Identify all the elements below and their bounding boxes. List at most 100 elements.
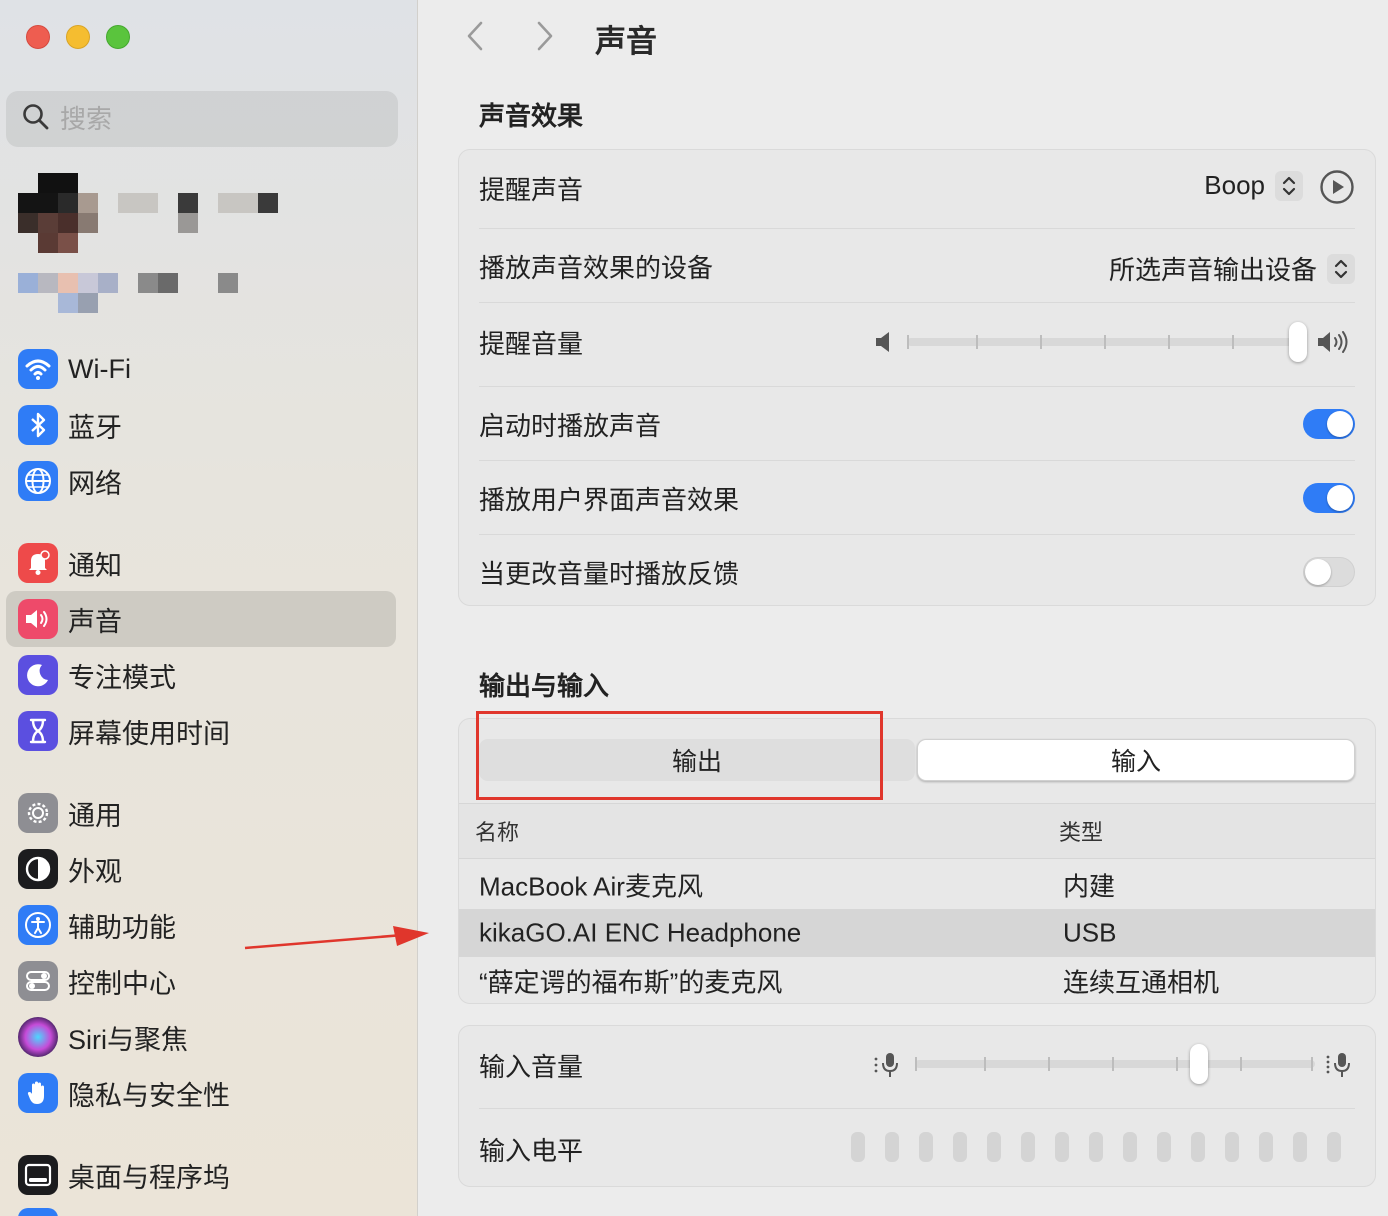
- speaker-icon: [18, 599, 58, 639]
- page-title: 声音: [595, 24, 657, 59]
- column-header-name[interactable]: 名称: [475, 815, 519, 847]
- annotation-highlight-box: [476, 711, 883, 800]
- sidebar-item-network[interactable]: 网络: [6, 453, 396, 509]
- divider: [479, 534, 1355, 535]
- alert-sound-value: Boop: [1204, 170, 1265, 200]
- level-meter-segment: [1327, 1132, 1341, 1162]
- alert-volume-slider[interactable]: [907, 322, 1307, 362]
- sidebar-item-notifications[interactable]: 通知: [6, 535, 396, 591]
- forward-button[interactable]: [527, 18, 563, 54]
- sidebar-item-screen-time[interactable]: 屏幕使用时间: [6, 703, 396, 759]
- bluetooth-icon: [18, 405, 58, 445]
- input-level-label: 输入电平: [479, 1135, 584, 1166]
- volume-feedback-toggle[interactable]: [1303, 557, 1355, 587]
- alert-sound-popup[interactable]: Boop: [1204, 170, 1303, 201]
- sidebar-item-label: 通用: [68, 800, 122, 831]
- divider: [479, 302, 1355, 303]
- sidebar-item-sound[interactable]: 声音: [6, 591, 396, 647]
- account-avatar-blurred[interactable]: [18, 173, 288, 313]
- hourglass-icon: [18, 711, 58, 751]
- chevron-left-icon: [467, 21, 483, 51]
- ui-sounds-label: 播放用户界面声音效果: [479, 484, 740, 515]
- microphone-low-icon: [873, 1050, 903, 1085]
- level-meter-segment: [987, 1132, 1001, 1162]
- search-icon: [22, 103, 50, 136]
- sidebar-item-label: 专注模式: [68, 662, 176, 693]
- up-down-chevron-icon: [1327, 253, 1355, 284]
- input-level-meter: [851, 1132, 1351, 1162]
- level-meter-segment: [1089, 1132, 1103, 1162]
- column-header-type[interactable]: 类型: [1059, 815, 1103, 847]
- sidebar-item-label: 蓝牙: [68, 412, 122, 443]
- divider: [479, 1108, 1355, 1109]
- level-meter-segment: [1021, 1132, 1035, 1162]
- sidebar-item-label: 屏幕使用时间: [68, 718, 230, 749]
- globe-icon: [18, 461, 58, 501]
- sidebar-item-label: 隐私与安全性: [68, 1080, 230, 1111]
- slider-knob[interactable]: [1289, 322, 1307, 362]
- ui-sounds-row: 播放用户界面声音效果: [479, 462, 1355, 534]
- sidebar-item-label: 声音: [68, 606, 122, 637]
- search-input[interactable]: [60, 103, 360, 135]
- sidebar-item-bluetooth[interactable]: 蓝牙: [6, 397, 396, 453]
- moon-icon: [18, 655, 58, 695]
- divider: [479, 460, 1355, 461]
- close-window-button[interactable]: [26, 25, 50, 49]
- divider: [479, 386, 1355, 387]
- play-device-popup[interactable]: 所选声音输出设备: [1109, 250, 1355, 287]
- level-meter-segment: [1225, 1132, 1239, 1162]
- device-type: 连续互通相机: [1063, 967, 1220, 998]
- input-volume-label: 输入音量: [479, 1051, 584, 1082]
- speaker-high-icon: [1317, 329, 1353, 360]
- tab-input[interactable]: 输入: [917, 739, 1355, 781]
- sidebar-item-label: 控制中心: [68, 968, 176, 999]
- slider-knob[interactable]: [1190, 1044, 1209, 1084]
- play-device-value: 所选声音输出设备: [1108, 255, 1317, 285]
- level-meter-segment: [851, 1132, 865, 1162]
- sidebar-item-wifi[interactable]: Wi-Fi: [6, 341, 396, 397]
- sidebar-item-appearance[interactable]: 外观: [6, 841, 396, 897]
- sidebar: Wi-Fi 蓝牙 网络 通知 声音 专注模式 屏幕使用时间: [0, 0, 418, 1216]
- chevron-right-icon: [537, 21, 553, 51]
- sidebar-item-control-center[interactable]: 控制中心: [6, 953, 396, 1009]
- level-meter-segment: [919, 1132, 933, 1162]
- sidebar-item-label: Wi-Fi: [68, 353, 131, 384]
- startup-sound-toggle[interactable]: [1303, 409, 1355, 439]
- sidebar-item-label: 网络: [68, 468, 122, 499]
- level-meter-segment: [885, 1132, 899, 1162]
- device-type: USB: [1063, 917, 1117, 948]
- input-volume-slider[interactable]: [915, 1044, 1315, 1084]
- sidebar-item-siri[interactable]: Siri与聚焦: [6, 1009, 396, 1065]
- sidebar-item-label: Siri与聚焦: [68, 1024, 188, 1055]
- up-down-chevron-icon: [1275, 170, 1303, 201]
- microphone-high-icon: [1325, 1050, 1355, 1085]
- back-button[interactable]: [457, 18, 493, 54]
- volume-feedback-label: 当更改音量时播放反馈: [479, 558, 740, 589]
- sidebar-item-focus[interactable]: 专注模式: [6, 647, 396, 703]
- sidebar-item-desktop-dock[interactable]: 桌面与程序坞: [6, 1147, 396, 1203]
- device-name: kikaGO.AI ENC Headphone: [479, 917, 802, 948]
- sidebar-item-privacy[interactable]: 隐私与安全性: [6, 1065, 396, 1121]
- input-settings-group: 输入音量 输入电平: [458, 1025, 1376, 1187]
- ui-sounds-toggle[interactable]: [1303, 483, 1355, 513]
- dock-icon: [18, 1155, 58, 1195]
- sound-effects-group: 提醒声音 Boop 播放声音效果的设备 所选声音输出设备 提醒音量 启动时播放声…: [458, 149, 1376, 606]
- zoom-window-button[interactable]: [106, 25, 130, 49]
- table-row-selected[interactable]: kikaGO.AI ENC Headphone USB: [459, 909, 1375, 957]
- bell-icon: [18, 543, 58, 583]
- table-row[interactable]: MacBook Air麦克风 内建: [459, 861, 1375, 909]
- volume-feedback-row: 当更改音量时播放反馈: [479, 536, 1355, 608]
- play-alert-button[interactable]: [1319, 169, 1355, 205]
- level-meter-segment: [1293, 1132, 1307, 1162]
- sidebar-item-general[interactable]: 通用: [6, 785, 396, 841]
- table-row[interactable]: “薛定谔的福布斯”的麦克风 连续互通相机: [459, 957, 1375, 1003]
- startup-sound-row: 启动时播放声音: [479, 388, 1355, 460]
- section-title-output-input: 输出与输入: [479, 671, 610, 701]
- sidebar-item-label: 辅助功能: [68, 912, 176, 943]
- search-field[interactable]: [6, 91, 398, 147]
- annotation-arrow-icon: [244, 926, 429, 950]
- appearance-icon: [18, 849, 58, 889]
- siri-icon: [18, 1017, 58, 1057]
- alert-sound-label: 提醒声音: [479, 174, 584, 205]
- minimize-window-button[interactable]: [66, 25, 90, 49]
